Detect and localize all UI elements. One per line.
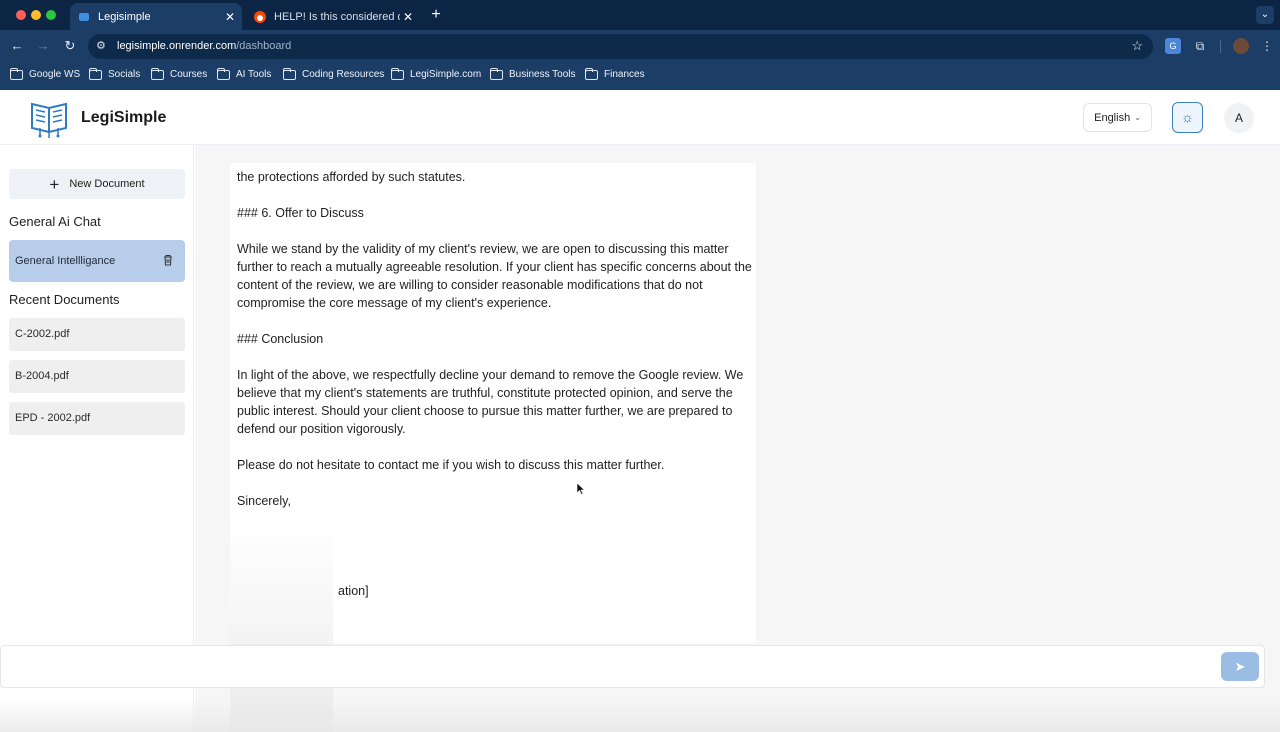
document-item[interactable]: C-2002.pdf: [9, 318, 185, 351]
chevron-down-icon: ⌄: [1134, 113, 1141, 122]
bookmarks-bar: Google WS Socials Courses AI Tools Codin…: [0, 63, 1280, 90]
address-bar[interactable]: ⚙ legisimple.onrender.com/dashboard ☆: [88, 34, 1153, 59]
letter-signature-fragment: ation]: [338, 584, 369, 598]
new-document-button[interactable]: + New Document: [9, 169, 185, 199]
forward-arrow-icon[interactable]: →: [35, 38, 51, 54]
bookmark-folder[interactable]: Google WS: [10, 67, 80, 80]
document-item[interactable]: EPD - 2002.pdf: [9, 402, 185, 435]
theme-toggle-sun-icon[interactable]: ☼: [1172, 102, 1203, 133]
bookmark-folder[interactable]: Business Tools: [490, 67, 576, 80]
legisimple-logo-icon[interactable]: [28, 96, 70, 138]
extensions-puzzle-icon[interactable]: ⧉: [1192, 38, 1208, 54]
bookmark-folder[interactable]: AI Tools: [217, 67, 271, 80]
browser-tab-strip: Legisimple ✕ HELP! Is this considered de…: [0, 0, 1280, 30]
letter-signoff: Sincerely,: [237, 494, 291, 508]
tab-reddit[interactable]: HELP! Is this considered defa ✕: [246, 3, 420, 30]
translate-extension-icon[interactable]: G: [1165, 38, 1181, 54]
letter-paragraph: Please do not hesitate to contact me if …: [237, 458, 665, 472]
browser-menu-icon[interactable]: ⋮: [1259, 38, 1275, 54]
letter-paragraph: In light of the above, we respectfully d…: [237, 368, 744, 436]
folder-icon: [490, 67, 503, 80]
reload-icon[interactable]: ↻: [62, 38, 78, 54]
bookmark-folder[interactable]: Coding Resources: [283, 67, 384, 80]
folder-icon: [217, 67, 230, 80]
maximize-window-icon[interactable]: [46, 10, 56, 20]
letter-paragraph: While we stand by the validity of my cli…: [237, 242, 752, 310]
folder-icon: [585, 67, 598, 80]
language-select[interactable]: English ⌄: [1083, 103, 1152, 132]
general-chat-heading: General Ai Chat: [9, 214, 101, 229]
letter-heading: ### Conclusion: [237, 332, 324, 346]
site-info-icon[interactable]: ⚙: [96, 39, 110, 53]
close-tab-icon[interactable]: ✕: [222, 10, 238, 24]
chat-item-general[interactable]: General Intellligance: [9, 240, 185, 282]
bookmark-star-icon[interactable]: ☆: [1131, 38, 1143, 54]
tab-search-chevron-icon[interactable]: ⌄: [1256, 6, 1274, 24]
bookmark-folder[interactable]: Socials: [89, 67, 140, 80]
recent-documents-heading: Recent Documents: [9, 292, 120, 307]
minimize-window-icon[interactable]: [31, 10, 41, 20]
profile-avatar-icon[interactable]: [1233, 38, 1249, 54]
app-header: LegiSimple English ⌄ ☼ A: [0, 90, 1280, 145]
folder-icon: [89, 67, 102, 80]
letter-heading: ### 6. Offer to Discuss: [237, 206, 364, 220]
avatar[interactable]: A: [1224, 103, 1254, 133]
sidebar: + New Document General Ai Chat General I…: [0, 145, 194, 732]
letter-paragraph: the protections afforded by such statute…: [237, 170, 466, 184]
legisimple-favicon-icon: [79, 12, 89, 21]
mouse-pointer-icon: [577, 483, 585, 495]
folder-icon: [391, 67, 404, 80]
bottom-fade-overlay: [0, 700, 1280, 732]
folder-icon: [283, 67, 296, 80]
send-button[interactable]: ➤: [1221, 652, 1259, 681]
folder-icon: [151, 67, 164, 80]
browser-toolbar: ← → ↻ ⚙ legisimple.onrender.com/dashboar…: [0, 30, 1280, 63]
bookmark-folder[interactable]: Courses: [151, 67, 207, 80]
new-tab-icon[interactable]: +: [428, 6, 444, 24]
bookmark-folder[interactable]: Finances: [585, 67, 645, 80]
folder-icon: [10, 67, 23, 80]
close-window-icon[interactable]: [16, 10, 26, 20]
trash-icon[interactable]: [163, 254, 173, 266]
close-tab-icon[interactable]: ✕: [400, 10, 416, 24]
document-item[interactable]: B-2004.pdf: [9, 360, 185, 393]
plus-icon: +: [49, 174, 60, 194]
reddit-favicon-icon: [254, 10, 266, 23]
chat-input[interactable]: [0, 645, 1265, 688]
tab-legisimple[interactable]: Legisimple ✕: [70, 3, 242, 30]
toolbar-divider: [1220, 40, 1221, 53]
bookmark-folder[interactable]: LegiSimple.com: [391, 67, 481, 80]
brand-name: LegiSimple: [81, 109, 167, 126]
back-arrow-icon[interactable]: ←: [9, 38, 25, 54]
tab-title: HELP! Is this considered defa: [274, 10, 400, 23]
url-text[interactable]: legisimple.onrender.com/dashboard: [117, 40, 291, 52]
tab-title: Legisimple: [98, 10, 151, 23]
